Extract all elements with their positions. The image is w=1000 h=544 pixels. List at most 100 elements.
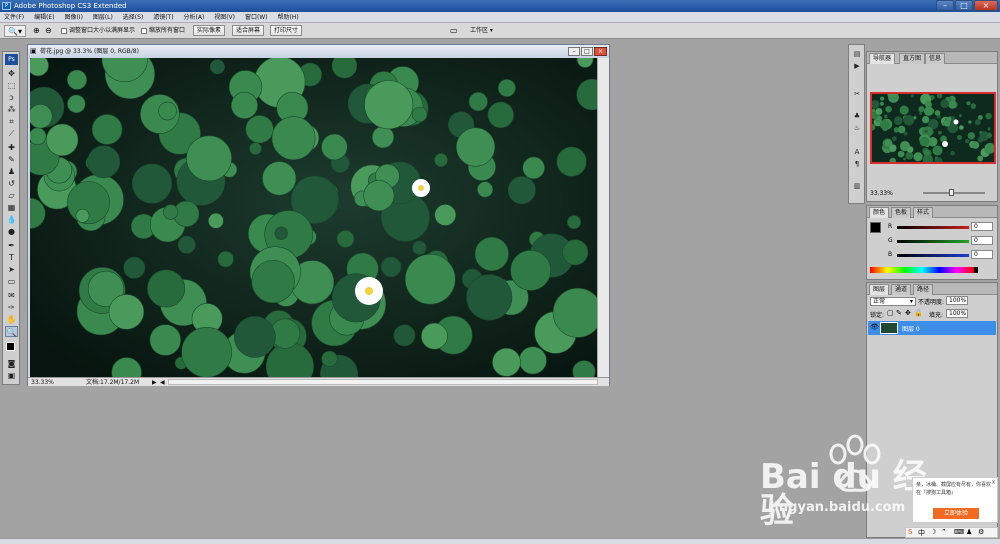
eyedropper-icon[interactable]: ✑ bbox=[5, 302, 18, 313]
ime-punct-icon[interactable]: ” bbox=[942, 528, 946, 536]
actual-pixels-button[interactable]: 实际像素 bbox=[193, 25, 226, 36]
healing-brush-icon[interactable]: ✚ bbox=[5, 142, 18, 153]
character-panel-icon[interactable]: A bbox=[851, 147, 863, 158]
b-value[interactable]: 0 bbox=[971, 250, 993, 259]
zoom-tool-preset[interactable]: 🔍▾ bbox=[4, 25, 26, 37]
close-button[interactable]: × bbox=[974, 0, 998, 11]
tab-layers[interactable]: 图层 bbox=[869, 284, 890, 295]
blur-tool-icon[interactable]: 💧 bbox=[5, 214, 18, 225]
palette-well-icon[interactable]: ▭ bbox=[450, 26, 458, 35]
color-ramp-black[interactable] bbox=[974, 267, 978, 273]
pen-tool-icon[interactable]: ✒ bbox=[5, 240, 18, 251]
ime-settings-icon[interactable]: ⚙ bbox=[978, 528, 984, 536]
zoom-all-checkbox[interactable] bbox=[141, 28, 147, 34]
menu-file[interactable]: 文件(F) bbox=[0, 12, 28, 23]
tab-paths[interactable]: 路径 bbox=[913, 284, 934, 295]
clone-stamp-icon[interactable]: ♟ bbox=[5, 166, 18, 177]
resize-windows-checkbox[interactable] bbox=[61, 28, 67, 34]
tab-channels[interactable]: 通道 bbox=[891, 284, 912, 295]
gradient-tool-icon[interactable]: ▦ bbox=[5, 202, 18, 213]
magic-wand-icon[interactable]: ⁂ bbox=[5, 104, 18, 115]
actions-panel-icon[interactable]: ▶ bbox=[851, 61, 863, 72]
zoom-in-icon[interactable]: ⊕ bbox=[33, 25, 44, 36]
slice-tool-icon[interactable]: ⟋ bbox=[5, 128, 18, 139]
doc-maximize-button[interactable]: □ bbox=[581, 47, 593, 56]
tool-presets-icon[interactable]: ✂ bbox=[851, 89, 863, 100]
tab-swatches[interactable]: 色板 bbox=[891, 207, 912, 218]
r-slider[interactable] bbox=[897, 226, 969, 229]
menu-filter[interactable]: 滤镜(T) bbox=[149, 12, 177, 23]
navigator-zoom-slider[interactable] bbox=[923, 192, 985, 194]
ime-chinese-icon[interactable]: 中 bbox=[918, 528, 925, 538]
notes-tool-icon[interactable]: ✉ bbox=[5, 290, 18, 301]
hand-tool-icon[interactable]: ✋ bbox=[5, 314, 18, 325]
layer-comps-icon[interactable]: ▥ bbox=[851, 181, 863, 192]
blend-mode-select[interactable]: 正常 ▾ bbox=[870, 297, 916, 306]
dodge-tool-icon[interactable]: ● bbox=[5, 226, 18, 237]
sogou-s-icon[interactable]: S bbox=[908, 528, 912, 536]
popup-try-button[interactable]: 立即体验 bbox=[933, 508, 979, 519]
layer-row[interactable]: 👁 图层 0 bbox=[868, 321, 996, 335]
g-value[interactable]: 0 bbox=[971, 236, 993, 245]
move-tool-icon[interactable]: ✥ bbox=[5, 68, 18, 79]
ime-moon-icon[interactable]: ☽ bbox=[930, 528, 936, 536]
type-tool-icon[interactable]: T bbox=[5, 252, 18, 263]
menu-help[interactable]: 帮助(H) bbox=[273, 12, 302, 23]
color-spectrum-bar[interactable] bbox=[870, 267, 974, 273]
g-slider[interactable] bbox=[897, 240, 969, 243]
eye-icon[interactable]: 👁 bbox=[870, 323, 879, 331]
horizontal-scrollbar[interactable] bbox=[168, 379, 598, 385]
image-canvas[interactable] bbox=[30, 58, 597, 377]
tab-histogram[interactable]: 直方图 bbox=[899, 53, 926, 64]
color-fg-swatch[interactable] bbox=[870, 222, 881, 233]
menu-image[interactable]: 图像(I) bbox=[60, 12, 86, 23]
marquee-tool-icon[interactable]: ⬚ bbox=[5, 80, 18, 91]
ime-keyboard-icon[interactable]: ⌨ bbox=[954, 528, 964, 536]
menu-layer[interactable]: 图层(L) bbox=[89, 12, 117, 23]
doc-minimize-button[interactable]: – bbox=[568, 47, 580, 56]
history-panel-icon[interactable]: ▤ bbox=[851, 49, 863, 60]
tab-styles[interactable]: 样式 bbox=[913, 207, 934, 218]
lasso-tool-icon[interactable]: ↄ bbox=[5, 92, 18, 103]
vertical-scrollbar[interactable] bbox=[597, 58, 609, 377]
tab-info[interactable]: 信息 bbox=[925, 53, 946, 64]
navigator-zoom[interactable]: 33.33% bbox=[870, 190, 893, 197]
shape-tool-icon[interactable]: ▭ bbox=[5, 276, 18, 287]
menu-window[interactable]: 窗口(W) bbox=[241, 12, 272, 23]
eraser-tool-icon[interactable]: ▱ bbox=[5, 190, 18, 201]
zoom-level[interactable]: 33.33% bbox=[31, 378, 54, 387]
doc-close-button[interactable]: × bbox=[594, 47, 607, 56]
menu-edit[interactable]: 编辑(E) bbox=[30, 12, 58, 23]
screen-mode-icon[interactable]: ▣ bbox=[5, 370, 18, 381]
popup-close-icon[interactable]: × bbox=[991, 479, 996, 487]
crop-tool-icon[interactable]: ⌗ bbox=[5, 116, 18, 127]
scroll-left-icon[interactable]: ◀ bbox=[160, 378, 165, 387]
lock-image-icon[interactable]: ✎ bbox=[896, 309, 902, 317]
menu-select[interactable]: 选择(S) bbox=[119, 12, 148, 23]
path-select-icon[interactable]: ➤ bbox=[5, 264, 18, 275]
tab-color[interactable]: 颜色 bbox=[869, 207, 890, 218]
lock-transparency-icon[interactable]: ▢ bbox=[887, 309, 894, 317]
r-value[interactable]: 0 bbox=[971, 222, 993, 231]
menu-view[interactable]: 视图(V) bbox=[210, 12, 239, 23]
menu-analysis[interactable]: 分析(A) bbox=[180, 12, 209, 23]
brushes-panel-icon[interactable]: ♣ bbox=[851, 111, 863, 122]
fill-input[interactable]: 100% bbox=[946, 309, 968, 318]
lock-position-icon[interactable]: ✥ bbox=[905, 309, 911, 317]
ime-user-icon[interactable]: ♟ bbox=[966, 528, 972, 536]
brush-tool-icon[interactable]: ✎ bbox=[5, 154, 18, 165]
history-brush-icon[interactable]: ↺ bbox=[5, 178, 18, 189]
maximize-button[interactable]: □ bbox=[955, 0, 973, 11]
print-size-button[interactable]: 打印尺寸 bbox=[270, 25, 303, 36]
quick-mask-icon[interactable]: ◙ bbox=[5, 358, 18, 369]
fit-screen-button[interactable]: 适合屏幕 bbox=[232, 25, 265, 36]
layer-name[interactable]: 图层 0 bbox=[902, 324, 920, 333]
workspace-menu[interactable]: 工作区 ▾ bbox=[470, 26, 493, 36]
status-menu-arrow-icon[interactable]: ▶ bbox=[152, 378, 157, 387]
zoom-out-icon[interactable]: ⊖ bbox=[45, 25, 56, 36]
navigator-zoom-thumb[interactable] bbox=[949, 189, 954, 196]
minimize-button[interactable]: – bbox=[936, 0, 954, 11]
foreground-color-swatch[interactable] bbox=[6, 342, 15, 351]
zoom-tool-icon[interactable]: 🔍 bbox=[5, 326, 18, 337]
clone-source-icon[interactable]: ♨ bbox=[851, 123, 863, 134]
